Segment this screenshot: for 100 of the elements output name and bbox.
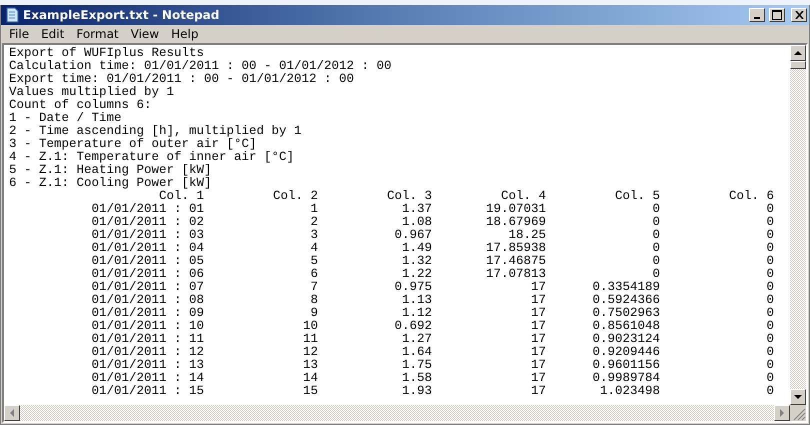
table-cell-text: 0.9601156 xyxy=(591,359,660,372)
table-cell-text: 0.967 xyxy=(393,229,432,242)
scroll-right-button[interactable] xyxy=(774,405,790,421)
scroll-down-button[interactable] xyxy=(790,389,806,405)
text-line: Count of columns 6: xyxy=(9,99,152,112)
table-cell-text: 0 xyxy=(765,320,774,333)
minimize-button[interactable] xyxy=(749,8,765,22)
table-cell-text: 01/01/2011 : 07 xyxy=(90,281,204,294)
table-cell-text: 1.08 xyxy=(400,216,432,229)
down-arrow-icon xyxy=(794,394,802,400)
table-cell-text: 0 xyxy=(765,268,774,281)
table-cell-text: 17 xyxy=(530,320,546,333)
text-line: 3 - Temperature of outer air [°C] xyxy=(9,138,257,151)
table-cell-text: 1.58 xyxy=(400,372,432,385)
table-cell-text: 18.25 xyxy=(507,229,546,242)
table-cell-text: 14 xyxy=(302,372,318,385)
table-cell-text: 1.27 xyxy=(400,333,432,346)
table-cell-text: 0 xyxy=(765,216,774,229)
scroll-up-button[interactable] xyxy=(790,45,806,61)
table-cell-text: 0 xyxy=(765,229,774,242)
table-cell-text: 0 xyxy=(765,346,774,359)
table-cell-text: 10 xyxy=(302,320,318,333)
table-cell-text: 0 xyxy=(765,203,774,216)
table-cell-text: 17 xyxy=(530,346,546,359)
menu-item[interactable]: Help xyxy=(165,26,204,42)
table-cell-text: 17 xyxy=(530,372,546,385)
table-cell-text: 0 xyxy=(651,229,660,242)
close-button[interactable] xyxy=(791,8,807,22)
text-line: 4 - Z.1: Temperature of inner air [°C] xyxy=(9,151,294,164)
table-cell-text: 17 xyxy=(530,281,546,294)
text-line: Export time: 01/01/2011 : 00 - 01/01/2012 : 00 xyxy=(9,73,354,86)
table-cell-text: 0 xyxy=(765,385,774,398)
table-cell-text: 01/01/2011 : 04 xyxy=(90,242,204,255)
table-cell-text: 3 xyxy=(309,229,318,242)
column-header: Col. 1 xyxy=(158,190,204,203)
table-cell-text: 0 xyxy=(765,281,774,294)
table-cell-text: 18.67969 xyxy=(484,216,546,229)
text-line: 1 - Date / Time xyxy=(9,112,122,125)
table-cell-text: 15 xyxy=(302,385,318,398)
table-cell-text: 1.023498 xyxy=(598,385,660,398)
table-cell-text: 5 xyxy=(309,255,318,268)
table-cell-text: 1.37 xyxy=(400,203,432,216)
table-cell-text: 0 xyxy=(765,359,774,372)
table-cell-text: 0 xyxy=(651,268,660,281)
table-cell-text: 17 xyxy=(530,333,546,346)
table-cell-text: 12 xyxy=(302,346,318,359)
table-cell-text: 01/01/2011 : 01 xyxy=(90,203,204,216)
close-icon xyxy=(794,11,804,19)
table-cell-text: 01/01/2011 : 10 xyxy=(90,320,204,333)
column-header: Col. 2 xyxy=(272,190,318,203)
table-cell-text: 0 xyxy=(651,216,660,229)
text-line: Export of WUFIplus Results xyxy=(9,47,204,60)
column-header: Col. 6 xyxy=(728,190,774,203)
table-cell-text: 01/01/2011 : 13 xyxy=(90,359,204,372)
text-line: 6 - Z.1: Cooling Power [kW] xyxy=(9,177,212,190)
table-cell-text: 0 xyxy=(765,307,774,320)
column-header: Col. 3 xyxy=(386,190,432,203)
table-cell-text: 1.22 xyxy=(400,268,432,281)
table-cell-text: 0.8561048 xyxy=(591,320,660,333)
table-cell-text: 13 xyxy=(302,359,318,372)
menu-item[interactable]: Edit xyxy=(35,26,70,42)
menu-item[interactable]: View xyxy=(124,26,166,42)
table-cell-text: 0.9209446 xyxy=(591,346,660,359)
table-cell-text: 01/01/2011 : 09 xyxy=(90,307,204,320)
table-cell-text: 8 xyxy=(309,294,318,307)
table-cell-text: 1.64 xyxy=(400,346,432,359)
up-arrow-icon xyxy=(794,50,802,56)
text-line: Values multiplied by 1 xyxy=(9,86,174,99)
table-cell-text: 0.975 xyxy=(393,281,432,294)
table-cell-text: 01/01/2011 : 15 xyxy=(90,385,204,398)
table-cell-text: 0.692 xyxy=(393,320,432,333)
table-cell-text: 01/01/2011 : 03 xyxy=(90,229,204,242)
table-cell-text: 0.9989784 xyxy=(591,372,660,385)
scroll-thumb[interactable] xyxy=(790,61,806,69)
table-cell-text: 1.12 xyxy=(400,307,432,320)
table-cell-text: 17 xyxy=(530,359,546,372)
table-cell-text: 1 xyxy=(309,203,318,216)
table-cell-text: 01/01/2011 : 06 xyxy=(90,268,204,281)
table-cell-text: 4 xyxy=(309,242,318,255)
maximize-icon xyxy=(772,10,782,20)
table-cell-text: 01/01/2011 : 11 xyxy=(90,333,204,346)
table-cell-text: 01/01/2011 : 14 xyxy=(90,372,204,385)
table-cell-text: 0 xyxy=(765,255,774,268)
table-cell-text: 17.07813 xyxy=(484,268,546,281)
table-cell-text: 6 xyxy=(309,268,318,281)
menu-item[interactable]: Format xyxy=(70,26,125,42)
text-line: Calculation time: 01/01/2011 : 00 - 01/01/2012 : 00 xyxy=(9,60,392,73)
table-cell-text: 01/01/2011 : 08 xyxy=(90,294,204,307)
table-cell-text: 1.32 xyxy=(400,255,432,268)
right-arrow-icon xyxy=(780,409,784,417)
table-cell-text: 0 xyxy=(765,372,774,385)
column-header: Col. 4 xyxy=(500,190,546,203)
scroll-left-button[interactable] xyxy=(4,405,20,421)
maximize-button[interactable] xyxy=(769,8,785,22)
table-cell-text: 17 xyxy=(530,294,546,307)
left-arrow-icon xyxy=(10,409,14,417)
menu-item[interactable]: File xyxy=(3,26,36,42)
table-cell-text: 7 xyxy=(309,281,318,294)
table-cell-text: 17 xyxy=(530,307,546,320)
table-cell-text: 01/01/2011 : 02 xyxy=(90,216,204,229)
